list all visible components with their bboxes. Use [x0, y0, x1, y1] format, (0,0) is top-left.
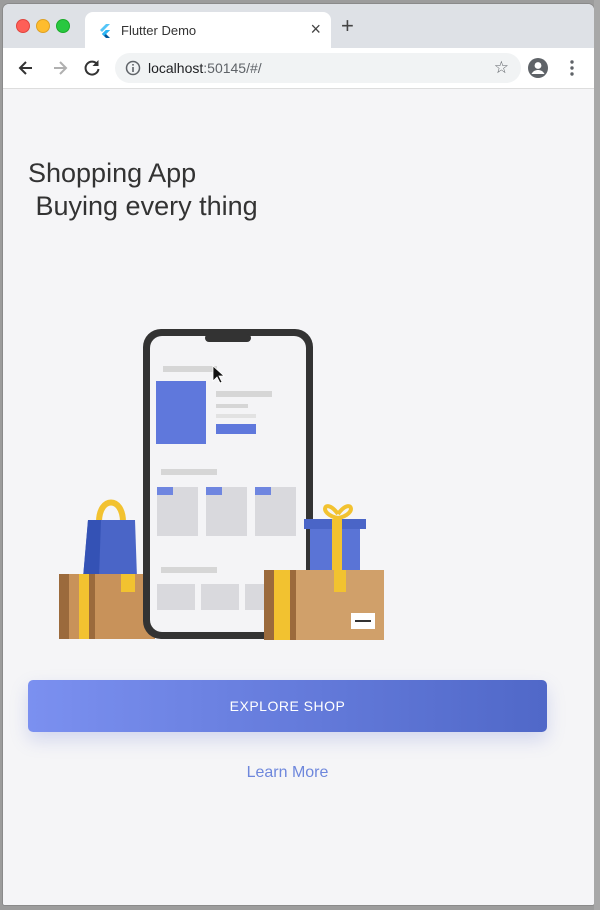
explore-shop-button[interactable]: EXPLORE SHOP [28, 680, 547, 732]
browser-tab[interactable]: Flutter Demo × [85, 12, 331, 48]
background-window-edge [594, 0, 600, 910]
left-box-icon [59, 574, 155, 639]
info-icon[interactable] [125, 60, 141, 76]
menu-icon[interactable] [561, 57, 583, 79]
address-bar[interactable]: localhost:50145/#/ ☆ [115, 53, 521, 83]
new-tab-icon[interactable]: + [341, 15, 354, 37]
shopping-illustration [59, 329, 384, 640]
app-page: Shopping App Buying every thing EXPLORE … [3, 89, 594, 905]
close-window-button[interactable] [16, 19, 30, 33]
page-title: Shopping App Buying every thing [28, 158, 258, 221]
learn-more-link[interactable]: Learn More [3, 764, 572, 782]
gift-icon [304, 504, 366, 571]
reload-icon[interactable] [81, 57, 103, 79]
close-tab-icon[interactable]: × [310, 19, 321, 39]
tab-title: Flutter Demo [121, 23, 197, 38]
back-icon[interactable] [15, 57, 37, 79]
browser-window: Flutter Demo × + localhost:50145/#/ ☆ Sh… [3, 4, 594, 905]
url-text: localhost:50145/#/ [148, 60, 262, 76]
browser-toolbar: localhost:50145/#/ ☆ [3, 48, 594, 89]
zoom-window-button[interactable] [56, 19, 70, 33]
title-bar: Flutter Demo × + [3, 4, 594, 48]
minimize-window-button[interactable] [36, 19, 50, 33]
forward-icon[interactable] [49, 57, 71, 79]
flutter-icon [100, 24, 110, 38]
shopping-bag-icon [83, 499, 137, 578]
url-host: localhost [148, 60, 204, 76]
star-icon[interactable]: ☆ [494, 58, 509, 78]
account-icon[interactable] [527, 57, 549, 79]
right-box-icon [264, 570, 384, 640]
url-path: :50145/#/ [203, 60, 262, 76]
